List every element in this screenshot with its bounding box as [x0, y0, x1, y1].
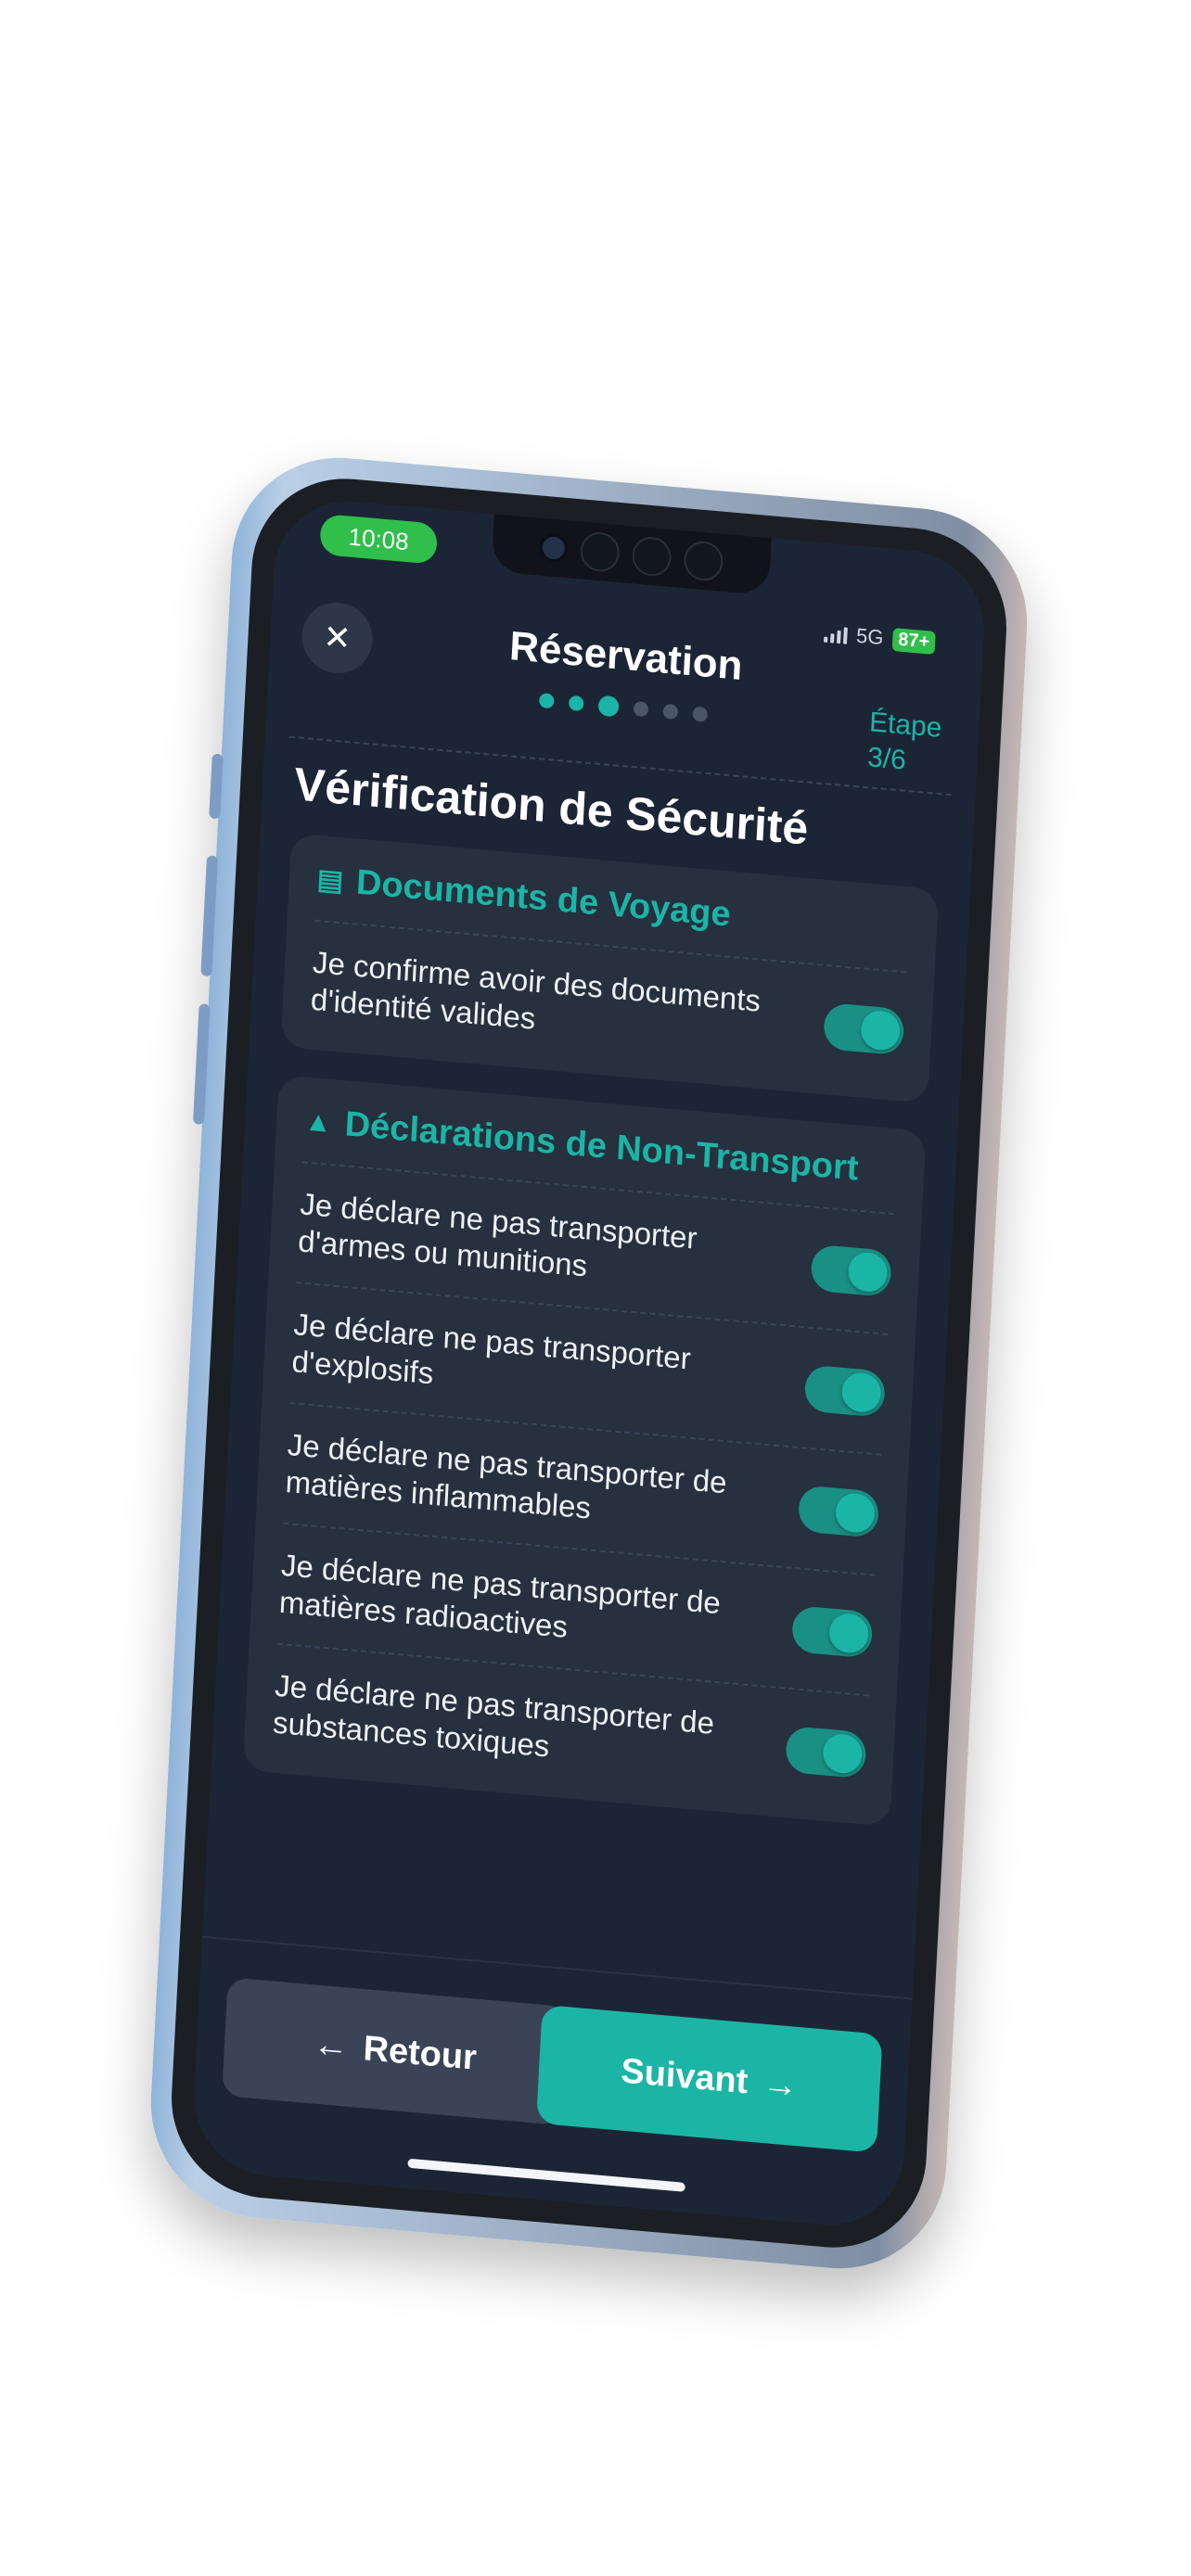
toxic-toggle[interactable]	[785, 1725, 867, 1779]
signal-icon	[823, 624, 848, 644]
toggle-knob	[860, 1009, 902, 1052]
declaration-label: Je confirme avoir des documents d'identi…	[310, 944, 762, 1036]
section-card-documents: ▤ Documents de Voyage Je confirme avoir …	[280, 833, 940, 1103]
mute-switch	[209, 753, 224, 820]
progress-dot	[568, 695, 584, 712]
toggle-knob	[828, 1612, 870, 1655]
next-button[interactable]: Suivant →	[536, 2004, 883, 2153]
declaration-label: Je déclare ne pas transporter de matière…	[284, 1426, 728, 1525]
warning-icon: ▲	[303, 1104, 333, 1139]
declaration-label: Je déclare ne pas transporter de matière…	[278, 1547, 722, 1644]
toggle-knob	[834, 1491, 876, 1535]
declaration-label: Je déclare ne pas transporter d'armes ou…	[297, 1186, 698, 1283]
progress-dot	[662, 703, 679, 721]
declaration-label: Je déclare ne pas transporter de substan…	[272, 1667, 715, 1764]
toggle-knob	[847, 1251, 889, 1294]
document-icon: ▤	[316, 863, 345, 898]
section-card-declarations: ▲ Déclarations de Non-Transport Je décla…	[242, 1074, 927, 1827]
home-indicator[interactable]	[407, 2158, 685, 2192]
step-value: 3/6	[866, 742, 907, 776]
volume-up-button	[200, 855, 219, 977]
sensor-icon	[579, 530, 621, 574]
toggle-knob	[822, 1732, 864, 1775]
step-indicator: Étape 3/6	[866, 705, 942, 782]
notch	[491, 514, 772, 596]
back-button-label: Retour	[362, 2028, 478, 2078]
network-label: 5G	[855, 623, 885, 650]
toggle-knob	[840, 1371, 882, 1414]
flammables-toggle[interactable]	[797, 1485, 880, 1538]
arrow-right-icon: →	[762, 2063, 800, 2106]
sensor-icon	[683, 540, 724, 582]
volume-down-button	[192, 1003, 211, 1125]
phone-screen: 10:08 5G 87+ ✕ Réservation Étape 3/6 Vér…	[189, 494, 989, 2232]
weapons-toggle[interactable]	[810, 1243, 892, 1298]
confirm-toggle[interactable]	[823, 1001, 905, 1056]
scroll-content[interactable]: Vérification de Sécurité ▤ Documents de …	[202, 754, 974, 1999]
arrow-left-icon: ←	[312, 2023, 350, 2067]
mockup-stage: 10:08 5G 87+ ✕ Réservation Étape 3/6 Vér…	[0, 0, 1191, 2576]
progress-dot	[633, 700, 649, 718]
status-time: 10:08	[319, 513, 439, 565]
sensor-icon	[631, 535, 672, 578]
back-button[interactable]: ← Retour	[222, 1977, 569, 2126]
phone-frame: 10:08 5G 87+ ✕ Réservation Étape 3/6 Vér…	[145, 448, 1033, 2278]
progress-dot	[692, 706, 709, 722]
next-button-label: Suivant	[620, 2050, 749, 2101]
section-title-label: Documents de Voyage	[355, 862, 732, 935]
radioactive-toggle[interactable]	[791, 1605, 874, 1659]
explosives-toggle[interactable]	[803, 1364, 886, 1418]
progress-dot	[538, 693, 555, 709]
phone-bezel: 10:08 5G 87+ ✕ Réservation Étape 3/6 Vér…	[166, 470, 1012, 2256]
camera-icon	[539, 532, 569, 564]
battery-icon: 87+	[891, 627, 936, 655]
declaration-label: Je déclare ne pas transporter d'explosif…	[290, 1307, 692, 1391]
progress-dot	[597, 695, 620, 718]
